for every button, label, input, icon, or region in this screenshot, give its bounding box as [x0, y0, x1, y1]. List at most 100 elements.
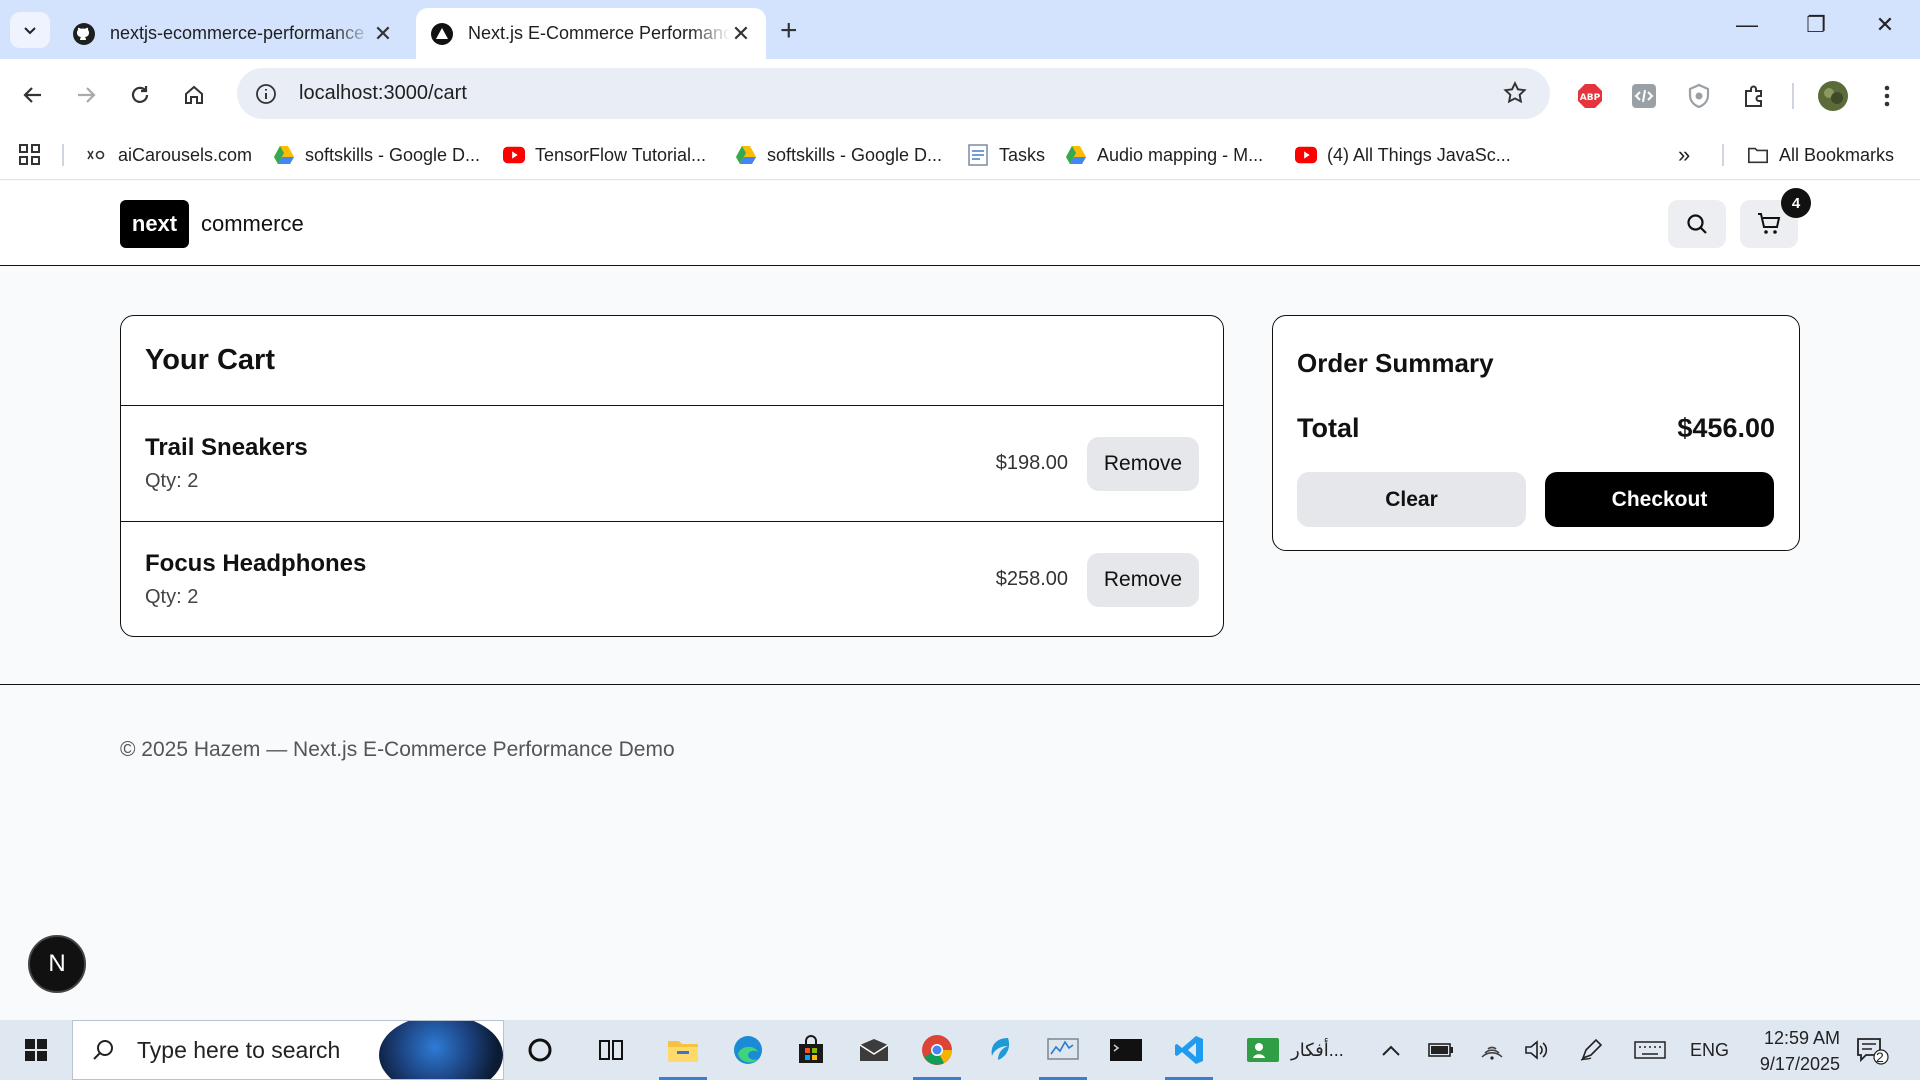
- bookmarks-divider: [62, 144, 64, 166]
- taskbar-app-arabic[interactable]: أفكار...: [1245, 1020, 1344, 1080]
- github-icon: [73, 22, 95, 45]
- total-value: $456.00: [1677, 413, 1775, 443]
- new-tab-button[interactable]: +: [780, 14, 798, 48]
- windows-logo-icon: [25, 1039, 47, 1061]
- all-bookmarks-folder[interactable]: All Bookmarks: [1747, 142, 1894, 168]
- touch-keyboard-icon[interactable]: [1634, 1020, 1666, 1080]
- volume-icon[interactable]: [1523, 1020, 1549, 1080]
- cart-title: Your Cart: [145, 344, 275, 376]
- bookmark-item[interactable]: TensorFlow Tutorial...: [503, 142, 706, 168]
- total-label: Total: [1297, 413, 1360, 443]
- forward-button[interactable]: [68, 77, 104, 113]
- battery-icon[interactable]: [1428, 1020, 1454, 1080]
- adblock-plus-icon[interactable]: ABP: [1574, 80, 1606, 112]
- clock-time: 12:59 AM: [1763, 1028, 1840, 1048]
- back-button[interactable]: [15, 77, 51, 113]
- cart-item: Trail Sneakers Qty: 2 $198.00 Remove: [121, 406, 1223, 521]
- bookmark-item[interactable]: (4) All Things JavaSc...: [1295, 142, 1511, 168]
- arrow-left-icon: [23, 87, 41, 103]
- cortana-icon[interactable]: [514, 1026, 566, 1074]
- input-language[interactable]: ENG: [1690, 1020, 1729, 1080]
- tab-nextjs-active[interactable]: Next.js E-Commerce Performance ✕: [416, 8, 766, 59]
- nextjs-dev-tools-button[interactable]: N: [28, 935, 86, 993]
- search-button[interactable]: [1668, 200, 1726, 248]
- code-extension-icon[interactable]: [1628, 80, 1660, 112]
- profile-avatar[interactable]: [1817, 80, 1849, 112]
- pen-workspace-icon[interactable]: [1579, 1020, 1605, 1080]
- edge-browser-icon[interactable]: [722, 1026, 774, 1074]
- cart-count-badge: 4: [1781, 188, 1811, 218]
- more-bookmarks-icon[interactable]: »: [1678, 142, 1690, 168]
- google-drive-icon: [273, 144, 295, 166]
- start-button[interactable]: [0, 1020, 72, 1080]
- system-clock[interactable]: 12:59 AM 9/17/2025: [1740, 1025, 1840, 1077]
- cart-card-header: Your Cart: [121, 316, 1223, 406]
- bookmark-label: softskills - Google D...: [767, 144, 943, 165]
- shield-extension-icon[interactable]: [1683, 80, 1715, 112]
- item-quantity: Qty: 2: [145, 586, 199, 608]
- reload-button[interactable]: [122, 77, 158, 113]
- item-price: $198.00: [995, 452, 1068, 474]
- wifi-icon[interactable]: [1479, 1020, 1505, 1080]
- mail-icon[interactable]: [848, 1026, 900, 1074]
- bookmark-label: (4) All Things JavaSc...: [1327, 144, 1511, 165]
- bookmark-label: Tasks: [999, 144, 1046, 165]
- reload-icon: [131, 86, 149, 103]
- bookmark-item[interactable]: softskills - Google D...: [735, 142, 942, 168]
- nextjs-icon: [431, 22, 453, 45]
- close-tab-icon[interactable]: ✕: [730, 21, 752, 47]
- close-window-icon[interactable]: ✕: [1865, 12, 1905, 38]
- site-info-icon[interactable]: [253, 81, 279, 107]
- taskbar-search-box[interactable]: Type here to search: [72, 1020, 504, 1080]
- vscode-icon[interactable]: [1163, 1026, 1215, 1080]
- apps-grid-icon[interactable]: [18, 142, 42, 168]
- bookmark-item[interactable]: softskills - Google D...: [273, 142, 480, 168]
- close-tab-icon[interactable]: ✕: [372, 21, 394, 47]
- windows-taskbar: Type here to search أفكار... ENG 12:59 A…: [0, 1020, 1920, 1080]
- browser-toolbar: localhost:3000/cart ABP: [0, 59, 1920, 130]
- search-icon: [1687, 214, 1707, 234]
- file-explorer-icon[interactable]: [657, 1026, 709, 1080]
- bookmark-item[interactable]: aiCarousels.com: [86, 142, 252, 168]
- youtube-icon: [1295, 144, 1317, 166]
- item-price: $258.00: [995, 568, 1068, 590]
- kebab-menu-icon[interactable]: [1871, 80, 1903, 112]
- logo-text[interactable]: commerce: [201, 211, 304, 237]
- footer-divider: [0, 684, 1920, 685]
- tab-github-repo[interactable]: nextjs-ecommerce-performance ✕: [58, 8, 408, 59]
- cart-card: Your Cart Trail Sneakers Qty: 2 $198.00 …: [120, 315, 1224, 637]
- checkout-button[interactable]: Checkout: [1545, 472, 1774, 527]
- folder-icon: [1747, 144, 1769, 166]
- cart-icon: [1758, 213, 1781, 234]
- cart-item: Focus Headphones Qty: 2 $258.00 Remove: [121, 521, 1223, 636]
- resource-monitor-icon[interactable]: [1037, 1026, 1089, 1080]
- microsoft-store-icon[interactable]: [785, 1026, 837, 1074]
- remove-button[interactable]: Remove: [1087, 437, 1199, 491]
- wave-app-icon[interactable]: [974, 1026, 1026, 1074]
- aicarousels-icon: [86, 144, 108, 166]
- action-center-icon[interactable]: 2: [1855, 1020, 1889, 1080]
- chrome-icon[interactable]: [911, 1026, 963, 1080]
- restore-icon[interactable]: ❐: [1796, 12, 1836, 38]
- minimize-icon[interactable]: —: [1727, 12, 1767, 38]
- show-hidden-icons[interactable]: [1380, 1020, 1402, 1080]
- toolbar-divider: [1792, 83, 1794, 109]
- bookmark-label: softskills - Google D...: [305, 144, 481, 165]
- logo-badge[interactable]: next: [120, 200, 189, 248]
- arabic-app-label: أفكار...: [1291, 1039, 1344, 1060]
- tab-search-button[interactable]: [10, 12, 50, 48]
- remove-button[interactable]: Remove: [1087, 553, 1199, 607]
- clear-cart-button[interactable]: Clear: [1297, 472, 1526, 527]
- home-button[interactable]: [176, 77, 212, 113]
- bookmark-item[interactable]: Audio mapping - M...: [1065, 142, 1263, 168]
- all-bookmarks-label: All Bookmarks: [1779, 144, 1895, 165]
- tab-title: Next.js E-Commerce Performance: [468, 23, 730, 43]
- terminal-icon[interactable]: [1100, 1026, 1152, 1074]
- task-view-icon[interactable]: [585, 1026, 637, 1074]
- bookmark-star-icon[interactable]: [1502, 80, 1528, 111]
- bookmarks-bar: aiCarousels.com softskills - Google D...…: [0, 130, 1920, 180]
- address-bar[interactable]: localhost:3000/cart: [237, 68, 1550, 119]
- tasks-icon: [967, 144, 989, 166]
- extensions-puzzle-icon[interactable]: [1738, 80, 1770, 112]
- bookmark-item[interactable]: Tasks: [967, 142, 1045, 168]
